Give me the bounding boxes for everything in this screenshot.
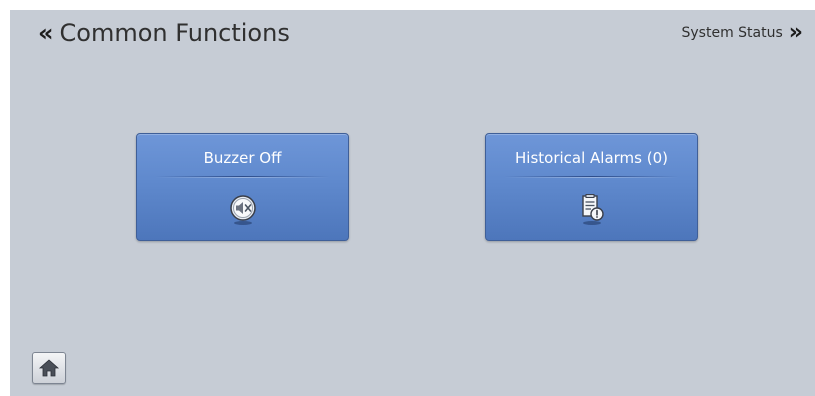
screen: « Common Functions System Status » Buzze… [10, 10, 815, 396]
home-button[interactable] [32, 352, 66, 384]
buzzer-off-button[interactable]: Buzzer Off [136, 133, 349, 241]
buzzer-off-label: Buzzer Off [203, 149, 282, 167]
double-chevron-right-icon[interactable]: » [789, 20, 803, 46]
historical-alarms-label: Historical Alarms (0) [515, 149, 668, 167]
alarm-log-icon [575, 192, 609, 226]
system-status-label[interactable]: System Status [682, 20, 783, 46]
back-nav[interactable]: « Common Functions [38, 18, 290, 48]
divider-highlight [504, 177, 679, 178]
page-title: Common Functions [59, 19, 290, 47]
home-icon [38, 359, 60, 377]
double-chevron-left-icon[interactable]: « [38, 18, 54, 48]
system-status-nav[interactable]: System Status » [682, 20, 804, 46]
speaker-mute-icon [226, 192, 260, 226]
historical-alarms-button[interactable]: Historical Alarms (0) [485, 133, 698, 241]
divider-highlight [155, 177, 330, 178]
